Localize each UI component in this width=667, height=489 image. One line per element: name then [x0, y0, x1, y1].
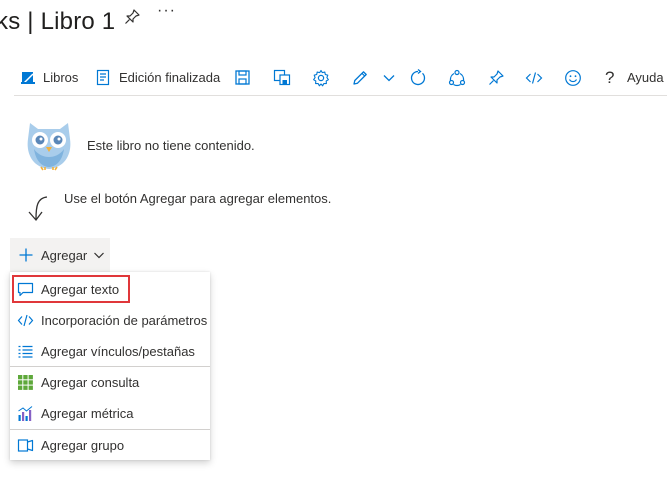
chevron-down-icon — [383, 74, 395, 81]
code-icon — [17, 314, 34, 327]
chevron-down-icon — [94, 252, 105, 259]
share-button[interactable] — [448, 60, 466, 95]
refresh-button[interactable] — [409, 60, 427, 95]
help-icon: ? — [605, 67, 615, 87]
more-options-button[interactable]: ··· — [157, 2, 176, 20]
save-icon — [235, 70, 250, 85]
menu-item-label: Incorporación de parámetros — [41, 313, 208, 328]
edit-button[interactable] — [351, 60, 369, 95]
edit-done-label: Edición finalizada — [119, 70, 221, 85]
workbook-page: ks | Libro 1 ··· Libros Edición finaliza… — [0, 0, 667, 489]
toolbar: Libros Edición finalizada ? Ayuda — [14, 60, 667, 96]
list-icon — [18, 345, 33, 358]
page-title: ks | Libro 1 — [0, 8, 116, 35]
edit-done-icon — [96, 69, 110, 86]
empty-state-hint: Use el botón Agregar para agregar elemen… — [64, 191, 332, 206]
add-button-label: Agregar — [41, 247, 88, 263]
menu-item-add-text[interactable]: Agregar texto — [10, 274, 210, 305]
plus-icon — [19, 248, 33, 262]
settings-icon — [313, 69, 329, 86]
menu-item-add-links[interactable]: Agregar vínculos/pestañas — [10, 336, 210, 367]
menu-item-add-group[interactable]: Agregar grupo — [10, 430, 210, 461]
save-as-button[interactable] — [273, 60, 291, 95]
group-icon — [17, 439, 34, 452]
libros-label: Libros — [43, 70, 79, 85]
pin-icon[interactable] — [124, 9, 140, 25]
menu-item-label: Agregar métrica — [41, 406, 134, 421]
comment-icon — [17, 282, 34, 297]
menu-item-label: Agregar vínculos/pestañas — [41, 344, 195, 359]
help-label: Ayuda — [627, 70, 664, 85]
edit-dropdown-button[interactable] — [382, 60, 396, 95]
curved-arrow-icon — [28, 196, 48, 222]
save-button[interactable] — [234, 60, 251, 95]
pencil-icon — [353, 70, 367, 85]
menu-item-add-query[interactable]: Agregar consulta — [10, 367, 210, 398]
share-icon — [448, 69, 466, 86]
edit-done-button[interactable]: Edición finalizada — [95, 60, 220, 95]
settings-button[interactable] — [312, 60, 330, 95]
pin-icon — [489, 69, 504, 85]
owl-illustration — [27, 123, 71, 171]
help-button[interactable]: ? Ayuda — [605, 60, 664, 95]
library-icon — [21, 72, 35, 84]
save-as-icon — [273, 69, 291, 86]
menu-item-label: Agregar texto — [41, 282, 120, 297]
title-bar: ks | Libro 1 — [0, 5, 115, 39]
refresh-icon — [410, 68, 426, 85]
menu-item-add-metric[interactable]: Agregar métrica — [10, 398, 210, 429]
empty-state-message: Este libro no tiene contenido. — [87, 138, 255, 153]
menu-item-label: Agregar consulta — [41, 375, 140, 390]
code-icon — [525, 71, 543, 84]
code-button[interactable] — [525, 60, 543, 95]
menu-item-add-parameters[interactable]: Incorporación de parámetros — [10, 305, 210, 336]
feedback-button[interactable] — [564, 60, 582, 95]
bar-chart-icon — [18, 406, 33, 421]
smiley-icon — [565, 69, 581, 86]
menu-item-label: Agregar grupo — [41, 438, 125, 453]
libros-button[interactable]: Libros — [20, 60, 78, 95]
grid-icon — [18, 375, 33, 390]
pin-button[interactable] — [487, 60, 505, 95]
add-button[interactable]: Agregar — [10, 238, 110, 272]
add-menu: Agregar texto Incorporación de parámetro… — [10, 272, 210, 460]
